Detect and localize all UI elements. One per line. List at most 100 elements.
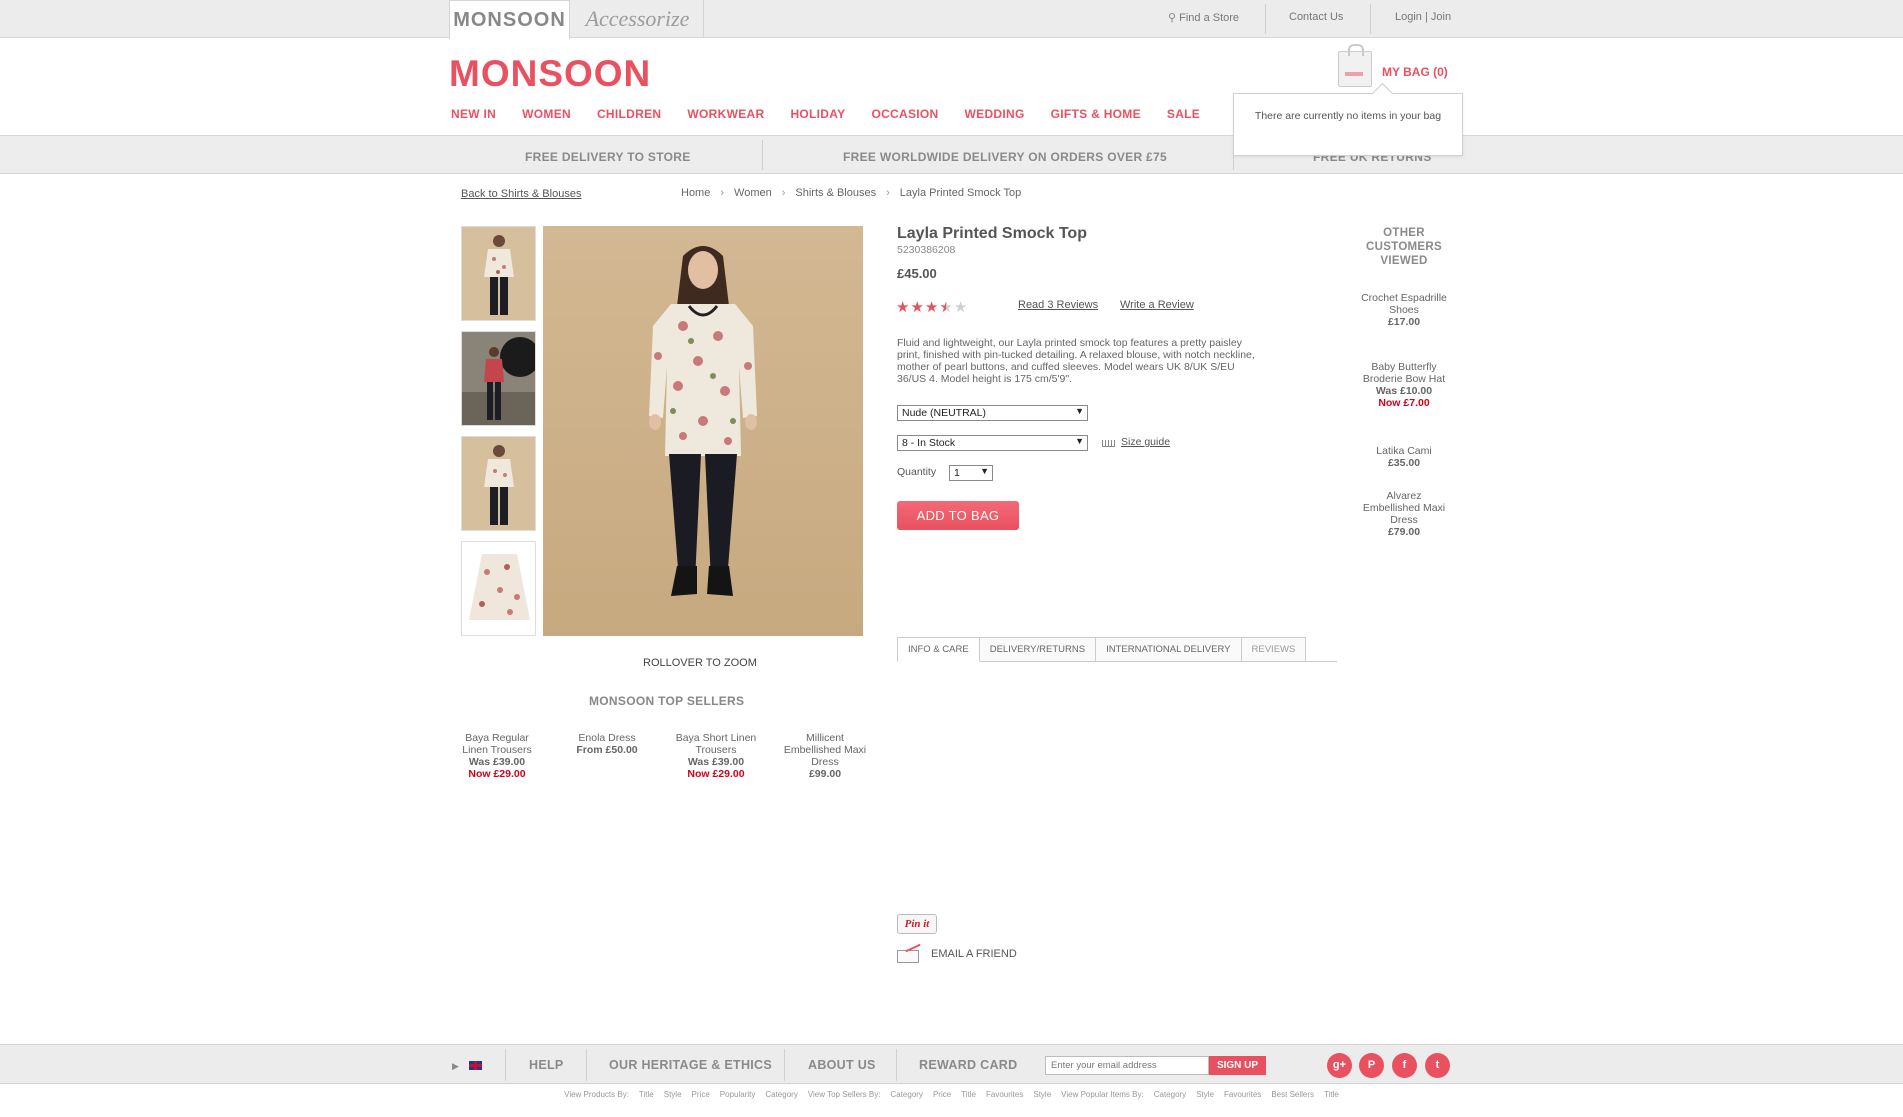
star-icon: ★ — [953, 299, 968, 316]
product-thumbnail-1[interactable] — [461, 226, 536, 321]
dropdown-arrow-icon: ▼ — [1075, 436, 1084, 446]
star-icon: ★ — [939, 299, 953, 316]
browse-link[interactable]: Title — [639, 1090, 654, 1099]
product-code: 5230386208 — [897, 244, 956, 256]
quantity-select[interactable]: 1 ▼ — [949, 465, 993, 481]
email-friend-link[interactable]: EMAIL A FRIEND — [897, 947, 1017, 963]
browse-link[interactable]: Title — [961, 1090, 976, 1099]
footer-about-link[interactable]: ABOUT US — [808, 1058, 876, 1072]
site-header: MONSOON MY BAG (0) NEW IN WOMEN CHILDREN… — [0, 39, 1903, 135]
tab-info-care[interactable]: INFO & CARE — [897, 637, 980, 662]
facebook-icon[interactable]: f — [1392, 1053, 1417, 1078]
breadcrumb-women[interactable]: Women — [734, 187, 772, 199]
browse-link[interactable]: Style — [1196, 1090, 1214, 1099]
footer-help-link[interactable]: HELP — [529, 1058, 564, 1072]
back-to-category-link[interactable]: Back to Shirts & Blouses — [461, 188, 581, 200]
browse-link[interactable]: Category — [765, 1090, 797, 1099]
monsoon-brand-tab[interactable]: MONSOON — [449, 0, 570, 39]
browse-link[interactable]: Price — [933, 1090, 951, 1099]
nav-holiday[interactable]: HOLIDAY — [790, 107, 845, 121]
breadcrumb-home[interactable]: Home — [681, 187, 710, 199]
google-plus-icon[interactable]: g+ — [1327, 1053, 1352, 1078]
envelope-icon — [897, 947, 923, 963]
browse-link: View Popular Items By: — [1061, 1090, 1144, 1099]
browse-link[interactable]: Best Sellers — [1271, 1090, 1314, 1099]
product-description: Fluid and lightweight, our Layla printed… — [897, 337, 1255, 385]
quantity-label: Quantity — [897, 466, 937, 478]
other-viewed-item[interactable]: Alvarez Embellished Maxi Dress £79.00 — [1358, 490, 1450, 538]
product-thumbnail-3[interactable] — [461, 436, 536, 531]
top-seller-item[interactable]: Baya Short Linen Trousers Was £39.00 Now… — [671, 732, 761, 780]
uk-flag-icon[interactable] — [469, 1061, 482, 1070]
pinterest-icon[interactable]: P — [1359, 1053, 1384, 1078]
footer-browse-links: View Products By: Title Style Price Populari… — [0, 1090, 1903, 1099]
nav-sale[interactable]: SALE — [1167, 107, 1200, 121]
tab-delivery-returns[interactable]: DELIVERY/RETURNS — [979, 637, 1097, 662]
dropdown-arrow-icon: ▼ — [980, 466, 989, 476]
nav-new-in[interactable]: NEW IN — [451, 107, 496, 121]
star-icon: ★ — [910, 299, 924, 316]
promo-worldwide-delivery[interactable]: FREE WORLDWIDE DELIVERY ON ORDERS OVER £… — [843, 150, 1167, 164]
newsletter-signup-button[interactable]: SIGN UP — [1209, 1056, 1266, 1075]
product-title: Layla Printed Smock Top — [897, 225, 1087, 242]
tab-reviews[interactable]: REVIEWS — [1241, 637, 1307, 662]
nav-women[interactable]: WOMEN — [522, 107, 571, 121]
nav-gifts-home[interactable]: GIFTS & HOME — [1051, 107, 1141, 121]
newsletter-email-input[interactable]: Enter your email address — [1045, 1056, 1209, 1075]
top-seller-item[interactable]: Enola Dress From £50.00 — [562, 732, 652, 756]
star-icon: ★ — [924, 299, 939, 316]
tab-international-delivery[interactable]: INTERNATIONAL DELIVERY — [1096, 637, 1242, 662]
nav-occasion[interactable]: OCCASION — [871, 107, 938, 121]
size-select[interactable]: 8 - In Stock ▼ — [897, 435, 1088, 451]
nav-children[interactable]: CHILDREN — [597, 107, 661, 121]
rollover-zoom-label: ROLLOVER TO ZOOM — [643, 657, 757, 669]
browse-link[interactable]: Favourites — [986, 1090, 1023, 1099]
nav-wedding[interactable]: WEDDING — [965, 107, 1025, 121]
site-footer: ▶ HELP OUR HERITAGE & ETHICS ABOUT US RE… — [0, 1044, 1903, 1084]
breadcrumb-shirts-blouses[interactable]: Shirts & Blouses — [795, 187, 876, 199]
write-review-link[interactable]: Write a Review — [1120, 299, 1194, 311]
caret-right-icon: ▶ — [452, 1061, 459, 1071]
add-to-bag-button[interactable]: ADD TO BAG — [897, 501, 1019, 530]
size-guide-link[interactable]: Size guide — [1102, 436, 1170, 448]
browse-link[interactable]: Price — [692, 1090, 710, 1099]
browse-link[interactable]: Style — [1033, 1090, 1051, 1099]
other-viewed-item[interactable]: Crochet Espadrille Shoes £17.00 — [1358, 292, 1450, 328]
other-viewed-item[interactable]: Latika Cami £35.00 — [1358, 445, 1450, 469]
nav-workwear[interactable]: WORKWEAR — [687, 107, 764, 121]
breadcrumb: Home › Women › Shirts & Blouses › Layla … — [681, 187, 1021, 199]
browse-link[interactable]: Favourites — [1224, 1090, 1261, 1099]
read-reviews-link[interactable]: Read 3 Reviews — [1018, 299, 1098, 311]
main-nav: NEW IN WOMEN CHILDREN WORKWEAR HOLIDAY O… — [451, 107, 1226, 121]
shopping-bag-icon[interactable] — [1338, 44, 1372, 87]
footer-heritage-link[interactable]: OUR HERITAGE & ETHICS — [609, 1058, 772, 1072]
star-icon: ★ — [896, 299, 910, 316]
main-product-image[interactable] — [543, 226, 863, 636]
browse-link[interactable]: Title — [1324, 1090, 1339, 1099]
accessorize-brand-tab[interactable]: Accessorize — [572, 0, 704, 38]
promo-store-delivery[interactable]: FREE DELIVERY TO STORE — [525, 150, 691, 164]
contact-us-link[interactable]: Contact Us — [1289, 11, 1343, 23]
pin-it-button[interactable]: Pin it — [897, 914, 937, 934]
browse-link[interactable]: Popularity — [720, 1090, 756, 1099]
product-thumbnail-2[interactable] — [461, 331, 536, 426]
product-thumbnail-4[interactable] — [461, 541, 536, 636]
browse-link[interactable]: Category — [890, 1090, 922, 1099]
browse-link[interactable]: Style — [664, 1090, 682, 1099]
top-seller-item[interactable]: Baya Regular Linen Trousers Was £39.00 N… — [452, 732, 542, 780]
empty-bag-popup: There are currently no items in your bag — [1233, 93, 1463, 156]
monsoon-logo[interactable]: MONSOON — [449, 53, 651, 95]
other-viewed-item[interactable]: Baby Butterfly Broderie Bow Hat Was £10.… — [1358, 361, 1450, 409]
delivery-promo-strip: FREE DELIVERY TO STORE FREE WORLDWIDE DE… — [0, 135, 1903, 174]
my-bag-link[interactable]: MY BAG (0) — [1382, 65, 1448, 79]
login-join-link[interactable]: Login | Join — [1395, 11, 1451, 23]
find-store-link[interactable]: ⚲ Find a Store — [1168, 11, 1239, 24]
footer-reward-card-link[interactable]: REWARD CARD — [919, 1058, 1017, 1072]
chevron-right-icon: › — [886, 187, 890, 199]
product-info-tabs: INFO & CARE DELIVERY/RETURNS INTERNATION… — [897, 637, 1337, 662]
browse-link[interactable]: Category — [1154, 1090, 1186, 1099]
colour-select[interactable]: Nude (NEUTRAL) ▼ — [897, 405, 1088, 421]
chevron-right-icon: › — [781, 187, 786, 199]
top-seller-item[interactable]: Millicent Embellished Maxi Dress £99.00 — [780, 732, 870, 780]
twitter-icon[interactable]: t — [1425, 1053, 1450, 1078]
